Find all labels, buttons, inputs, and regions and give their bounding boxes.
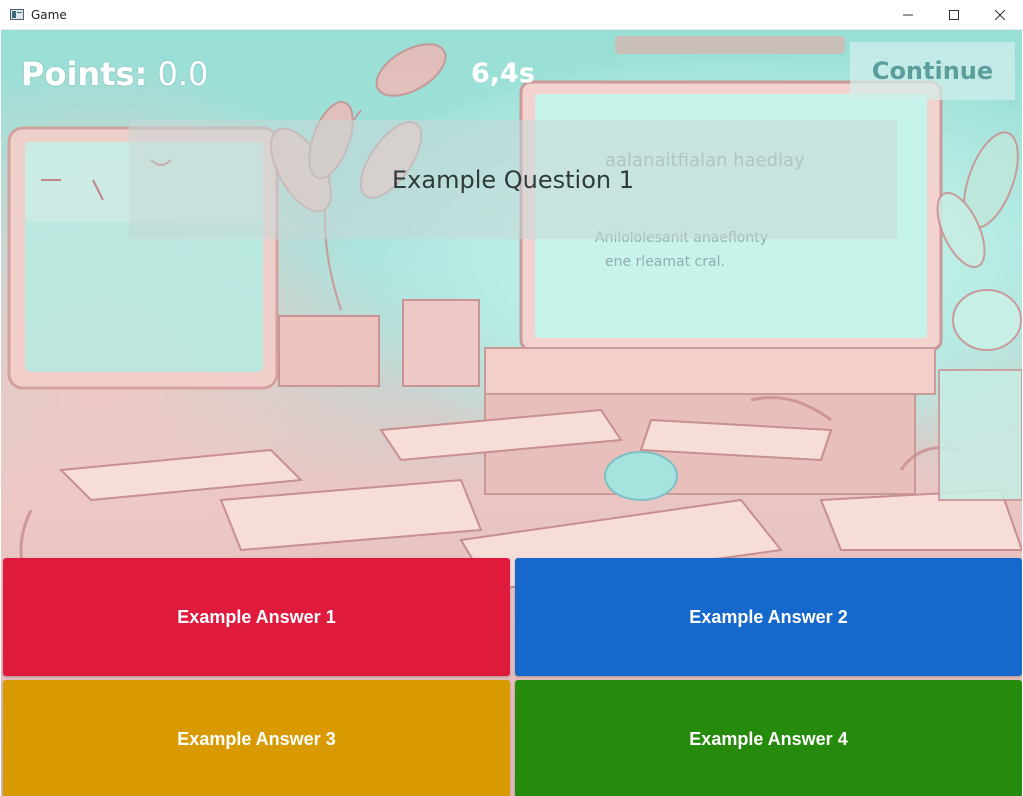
question-panel: Example Question 1: [129, 120, 897, 239]
answer-button-2[interactable]: Example Answer 2: [515, 558, 1022, 676]
minimize-icon: [903, 14, 913, 16]
maximize-icon: [949, 10, 959, 20]
close-button[interactable]: [977, 0, 1023, 30]
game-scene: aalanaitfialan haedlay Anilololesanit an…: [1, 30, 1022, 796]
points-label: Points:: [21, 55, 148, 93]
answer-label: Example Answer 3: [177, 728, 336, 749]
answer-button-3[interactable]: Example Answer 3: [3, 680, 510, 796]
points-value: 0.0: [157, 55, 209, 93]
app-window-icon: [10, 9, 24, 20]
answer-label: Example Answer 2: [689, 606, 848, 627]
points-display: Points: 0.0: [21, 55, 208, 93]
answer-label: Example Answer 4: [689, 728, 848, 749]
countdown-timer: 6,4s: [471, 58, 535, 89]
close-icon: [995, 10, 1005, 20]
answer-label: Example Answer 1: [177, 606, 336, 627]
window-title: Game: [31, 7, 67, 22]
answer-button-1[interactable]: Example Answer 1: [3, 558, 510, 676]
answer-grid: Example Answer 1 Example Answer 2 Exampl…: [1, 556, 1022, 796]
minimize-button[interactable]: [885, 0, 931, 30]
window-controls: [885, 0, 1023, 30]
window-titlebar[interactable]: Game: [0, 0, 1023, 30]
svg-text:ene rleamat cral.: ene rleamat cral.: [605, 254, 725, 270]
answer-button-4[interactable]: Example Answer 4: [515, 680, 1022, 796]
continue-button[interactable]: Continue: [850, 42, 1015, 100]
maximize-button[interactable]: [931, 0, 977, 30]
question-text: Example Question 1: [392, 165, 634, 194]
